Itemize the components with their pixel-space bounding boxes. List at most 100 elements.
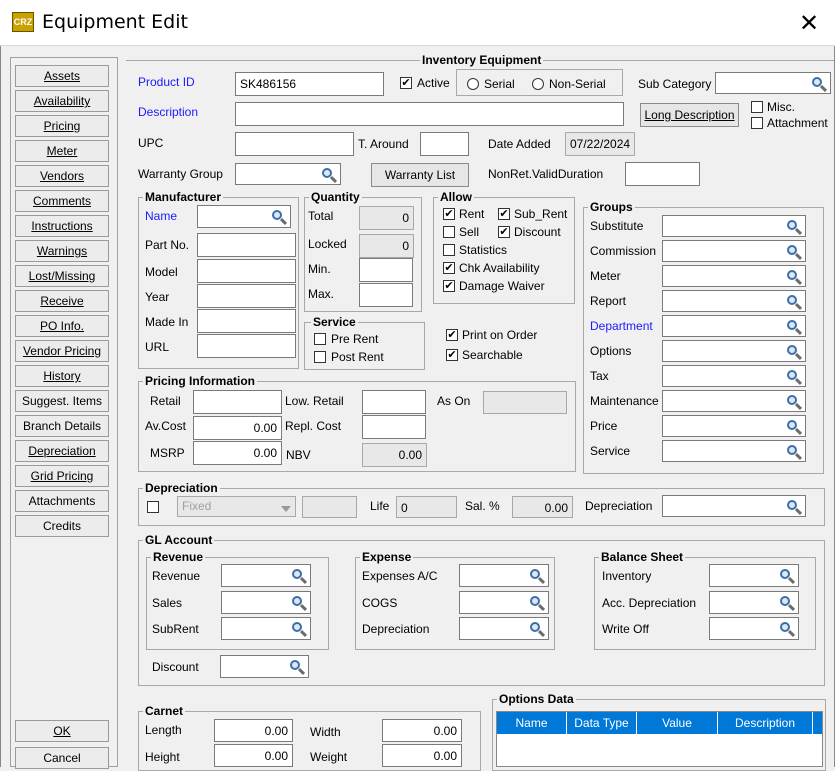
sub-rent-checkbox[interactable]: ✔ — [498, 208, 510, 220]
nav-vendor-pricing[interactable]: Vendor Pricing — [15, 340, 109, 362]
group-maintenance-input[interactable] — [662, 390, 806, 412]
nav-warnings[interactable]: Warnings — [15, 240, 109, 262]
nav-lost-missing[interactable]: Lost/Missing — [15, 265, 109, 287]
nav-suggest-items[interactable]: Suggest. Items — [15, 390, 109, 412]
av-cost-input[interactable]: 0.00 — [193, 416, 282, 440]
search-icon[interactable] — [291, 568, 308, 585]
search-icon[interactable] — [271, 209, 288, 226]
max-input[interactable] — [359, 283, 413, 307]
search-icon[interactable] — [779, 568, 796, 585]
nav-attachments[interactable]: Attachments — [15, 490, 109, 512]
msrp-input[interactable]: 0.00 — [193, 441, 282, 465]
nav-grid-pricing[interactable]: Grid Pricing — [15, 465, 109, 487]
nav-credits[interactable]: Credits — [15, 515, 109, 537]
search-icon[interactable] — [811, 76, 828, 93]
searchable-checkbox[interactable]: ✔ — [446, 349, 458, 361]
retail-input[interactable] — [193, 390, 282, 414]
search-icon[interactable] — [529, 621, 546, 638]
nav-vendors[interactable]: Vendors — [15, 165, 109, 187]
revenue-input[interactable] — [221, 564, 311, 587]
nav-history[interactable]: History — [15, 365, 109, 387]
gl-discount-input[interactable] — [220, 655, 309, 678]
damage-waiver-checkbox[interactable]: ✔ — [443, 280, 455, 292]
cogs-input[interactable] — [459, 591, 549, 614]
statistics-checkbox[interactable] — [443, 244, 455, 256]
nonret-input[interactable] — [625, 162, 700, 186]
sales-input[interactable] — [221, 591, 311, 614]
url-input[interactable] — [197, 334, 296, 358]
made-in-input[interactable] — [197, 309, 296, 333]
active-checkbox[interactable]: ✔ — [400, 77, 412, 89]
group-department-input[interactable] — [662, 315, 806, 337]
ok-button[interactable]: OK — [15, 720, 109, 742]
depreciation-checkbox[interactable] — [147, 501, 159, 513]
nav-receive[interactable]: Receive — [15, 290, 109, 312]
options-data-table[interactable]: Name Data Type Value Description — [496, 711, 823, 767]
print-on-order-checkbox[interactable]: ✔ — [446, 329, 458, 341]
nav-assets[interactable]: Assets — [15, 65, 109, 87]
search-icon[interactable] — [289, 659, 306, 676]
pre-rent-checkbox[interactable] — [314, 333, 326, 345]
nonserial-radio[interactable] — [532, 78, 544, 90]
low-retail-input[interactable] — [362, 390, 426, 414]
min-input[interactable] — [359, 258, 413, 282]
search-icon[interactable] — [529, 568, 546, 585]
search-icon[interactable] — [786, 369, 803, 386]
depreciation-account-input[interactable] — [662, 495, 806, 517]
expenses-ac-input[interactable] — [459, 564, 549, 587]
group-report-input[interactable] — [662, 290, 806, 312]
search-icon[interactable] — [786, 344, 803, 361]
nav-availability[interactable]: Availability — [15, 90, 109, 112]
sub-category-input[interactable] — [715, 72, 831, 94]
group-substitute-input[interactable] — [662, 215, 806, 237]
rent-checkbox[interactable]: ✔ — [443, 208, 455, 220]
nav-branch-details[interactable]: Branch Details — [15, 415, 109, 437]
misc-attachment-checkbox[interactable] — [751, 101, 763, 113]
subrent-input[interactable] — [221, 617, 311, 640]
search-icon[interactable] — [786, 394, 803, 411]
search-icon[interactable] — [786, 444, 803, 461]
group-meter-input[interactable] — [662, 265, 806, 287]
post-rent-checkbox[interactable] — [314, 351, 326, 363]
search-icon[interactable] — [786, 294, 803, 311]
search-icon[interactable] — [779, 595, 796, 612]
search-icon[interactable] — [786, 269, 803, 286]
gl-depreciation-input[interactable] — [459, 617, 549, 640]
warranty-list-button[interactable]: Warranty List — [371, 163, 469, 187]
group-price-input[interactable] — [662, 415, 806, 437]
options-col-name[interactable]: Name — [497, 712, 567, 734]
description-input[interactable] — [235, 102, 624, 126]
nav-instructions[interactable]: Instructions — [15, 215, 109, 237]
product-id-input[interactable]: SK486156 — [235, 72, 384, 96]
search-icon[interactable] — [786, 219, 803, 236]
nav-depreciation[interactable]: Depreciation — [15, 440, 109, 462]
cancel-button[interactable]: Cancel — [15, 747, 109, 769]
height-input[interactable]: 0.00 — [214, 744, 293, 767]
width-input[interactable]: 0.00 — [382, 719, 462, 742]
search-icon[interactable] — [786, 499, 803, 516]
part-no-input[interactable] — [197, 233, 296, 257]
group-tax-input[interactable] — [662, 365, 806, 387]
acc-depreciation-input[interactable] — [709, 591, 799, 614]
upc-input[interactable] — [235, 132, 354, 156]
long-description-button[interactable]: Long Description — [640, 103, 739, 127]
search-icon[interactable] — [291, 595, 308, 612]
nav-comments[interactable]: Comments — [15, 190, 109, 212]
search-icon[interactable] — [321, 167, 338, 184]
group-service-input[interactable] — [662, 440, 806, 462]
serial-radio[interactable] — [467, 78, 479, 90]
year-input[interactable] — [197, 284, 296, 308]
search-icon[interactable] — [786, 244, 803, 261]
options-col-description[interactable]: Description — [718, 712, 813, 734]
model-input[interactable] — [197, 259, 296, 283]
weight-input[interactable]: 0.00 — [382, 744, 462, 767]
mfr-name-input[interactable] — [197, 205, 291, 228]
warranty-group-input[interactable] — [235, 163, 341, 185]
nav-po-info[interactable]: PO Info. — [15, 315, 109, 337]
group-options-input[interactable] — [662, 340, 806, 362]
write-off-input[interactable] — [709, 617, 799, 640]
discount-checkbox[interactable]: ✔ — [498, 226, 510, 238]
options-col-data-type[interactable]: Data Type — [567, 712, 637, 734]
t-around-input[interactable] — [420, 132, 469, 156]
nav-meter[interactable]: Meter — [15, 140, 109, 162]
